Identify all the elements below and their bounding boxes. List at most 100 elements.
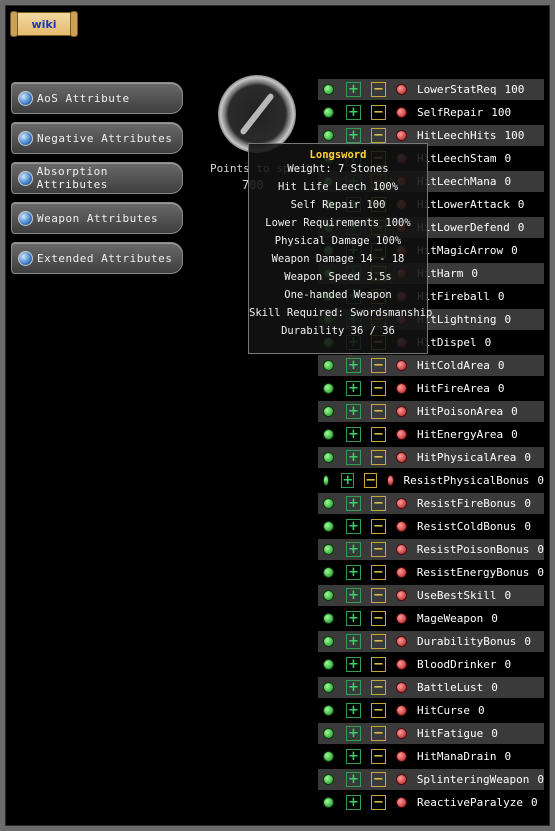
red-dot-icon[interactable] <box>396 383 407 394</box>
red-dot-icon[interactable] <box>396 406 407 417</box>
plus-button[interactable]: + <box>345 565 361 580</box>
green-dot-icon[interactable] <box>323 590 334 601</box>
plus-button[interactable]: + <box>346 496 361 511</box>
green-dot-icon[interactable] <box>323 429 334 440</box>
red-dot-icon[interactable] <box>396 590 407 601</box>
green-dot-icon[interactable] <box>323 452 334 463</box>
green-dot-icon[interactable] <box>323 659 334 670</box>
green-dot-icon[interactable] <box>323 544 334 555</box>
minus-button[interactable]: − <box>370 542 386 557</box>
red-dot-icon[interactable] <box>396 705 407 716</box>
green-dot-icon[interactable] <box>323 107 334 118</box>
minus-button[interactable]: − <box>371 358 386 373</box>
attribute-row: + − MageWeapon 0 <box>318 608 544 629</box>
green-dot-icon[interactable] <box>323 774 334 785</box>
plus-button[interactable]: + <box>346 680 361 695</box>
red-dot-icon[interactable] <box>396 107 407 118</box>
plus-button[interactable]: + <box>346 404 361 419</box>
minus-button[interactable]: − <box>364 473 378 488</box>
red-dot-icon[interactable] <box>396 498 407 509</box>
category-button-2[interactable]: Absorption Attributes <box>11 162 183 194</box>
green-dot-icon[interactable] <box>323 728 334 739</box>
minus-button[interactable]: − <box>371 588 386 603</box>
minus-button[interactable]: − <box>371 634 386 649</box>
red-dot-icon[interactable] <box>396 636 407 647</box>
red-dot-icon[interactable] <box>396 682 407 693</box>
plus-button[interactable]: + <box>346 657 361 672</box>
minus-button[interactable]: − <box>371 726 386 741</box>
red-dot-icon[interactable] <box>396 659 407 670</box>
green-dot-icon[interactable] <box>323 521 334 532</box>
category-button-1[interactable]: Negative Attributes <box>11 122 183 154</box>
red-dot-icon[interactable] <box>396 728 407 739</box>
minus-button[interactable]: − <box>371 404 386 419</box>
green-dot-icon[interactable] <box>323 360 334 371</box>
plus-button[interactable]: + <box>346 611 361 626</box>
minus-button[interactable]: − <box>371 519 386 534</box>
minus-button[interactable]: − <box>371 496 386 511</box>
green-dot-icon[interactable] <box>323 383 334 394</box>
red-dot-icon[interactable] <box>396 797 407 808</box>
minus-button[interactable]: − <box>371 657 386 672</box>
plus-button[interactable]: + <box>346 519 361 534</box>
green-dot-icon[interactable] <box>323 498 334 509</box>
minus-button[interactable]: − <box>370 565 386 580</box>
minus-button[interactable]: − <box>371 749 386 764</box>
green-dot-icon[interactable] <box>323 130 334 141</box>
minus-button[interactable]: − <box>370 772 386 787</box>
plus-button[interactable]: + <box>346 105 361 120</box>
minus-button[interactable]: − <box>371 105 386 120</box>
red-dot-icon[interactable] <box>396 429 407 440</box>
plus-button[interactable]: + <box>346 82 361 97</box>
plus-button[interactable]: + <box>346 749 361 764</box>
green-dot-icon[interactable] <box>323 705 334 716</box>
green-dot-icon[interactable] <box>323 567 334 578</box>
plus-button[interactable]: + <box>346 795 361 810</box>
plus-button[interactable]: + <box>346 358 361 373</box>
plus-button[interactable]: + <box>345 542 361 557</box>
plus-button[interactable]: + <box>346 450 361 465</box>
plus-button[interactable]: + <box>346 703 361 718</box>
minus-button[interactable]: − <box>371 703 386 718</box>
minus-button[interactable]: − <box>371 611 386 626</box>
red-dot-icon[interactable] <box>396 360 407 371</box>
plus-button[interactable]: + <box>346 634 361 649</box>
minus-button[interactable]: − <box>371 795 386 810</box>
plus-button[interactable]: + <box>346 128 361 143</box>
wiki-button[interactable]: wiki <box>10 11 78 37</box>
red-dot-icon[interactable] <box>396 130 407 141</box>
red-dot-icon[interactable] <box>395 774 407 785</box>
minus-button[interactable]: − <box>371 128 386 143</box>
green-dot-icon[interactable] <box>323 682 334 693</box>
attribute-name: SelfRepair <box>417 106 484 119</box>
red-dot-icon[interactable] <box>396 84 407 95</box>
minus-button[interactable]: − <box>371 82 386 97</box>
category-button-4[interactable]: Extended Attributes <box>11 242 183 274</box>
red-dot-icon[interactable] <box>396 452 407 463</box>
plus-button[interactable]: + <box>346 427 361 442</box>
plus-button[interactable]: + <box>346 588 361 603</box>
red-dot-icon[interactable] <box>396 521 407 532</box>
green-dot-icon[interactable] <box>323 751 334 762</box>
red-dot-icon[interactable] <box>396 613 407 624</box>
category-button-0[interactable]: AoS Attribute <box>11 82 183 114</box>
plus-button[interactable]: + <box>346 381 361 396</box>
green-dot-icon[interactable] <box>323 475 330 486</box>
red-dot-icon[interactable] <box>396 751 407 762</box>
plus-button[interactable]: + <box>346 726 361 741</box>
green-dot-icon[interactable] <box>323 613 334 624</box>
red-dot-icon[interactable] <box>395 544 407 555</box>
minus-button[interactable]: − <box>371 381 386 396</box>
minus-button[interactable]: − <box>371 680 386 695</box>
category-button-3[interactable]: Weapon Attributes <box>11 202 183 234</box>
green-dot-icon[interactable] <box>323 406 334 417</box>
minus-button[interactable]: − <box>371 427 386 442</box>
red-dot-icon[interactable] <box>387 475 394 486</box>
green-dot-icon[interactable] <box>323 84 334 95</box>
plus-button[interactable]: + <box>341 473 355 488</box>
green-dot-icon[interactable] <box>323 797 334 808</box>
red-dot-icon[interactable] <box>395 567 407 578</box>
plus-button[interactable]: + <box>345 772 361 787</box>
green-dot-icon[interactable] <box>323 636 334 647</box>
minus-button[interactable]: − <box>371 450 386 465</box>
